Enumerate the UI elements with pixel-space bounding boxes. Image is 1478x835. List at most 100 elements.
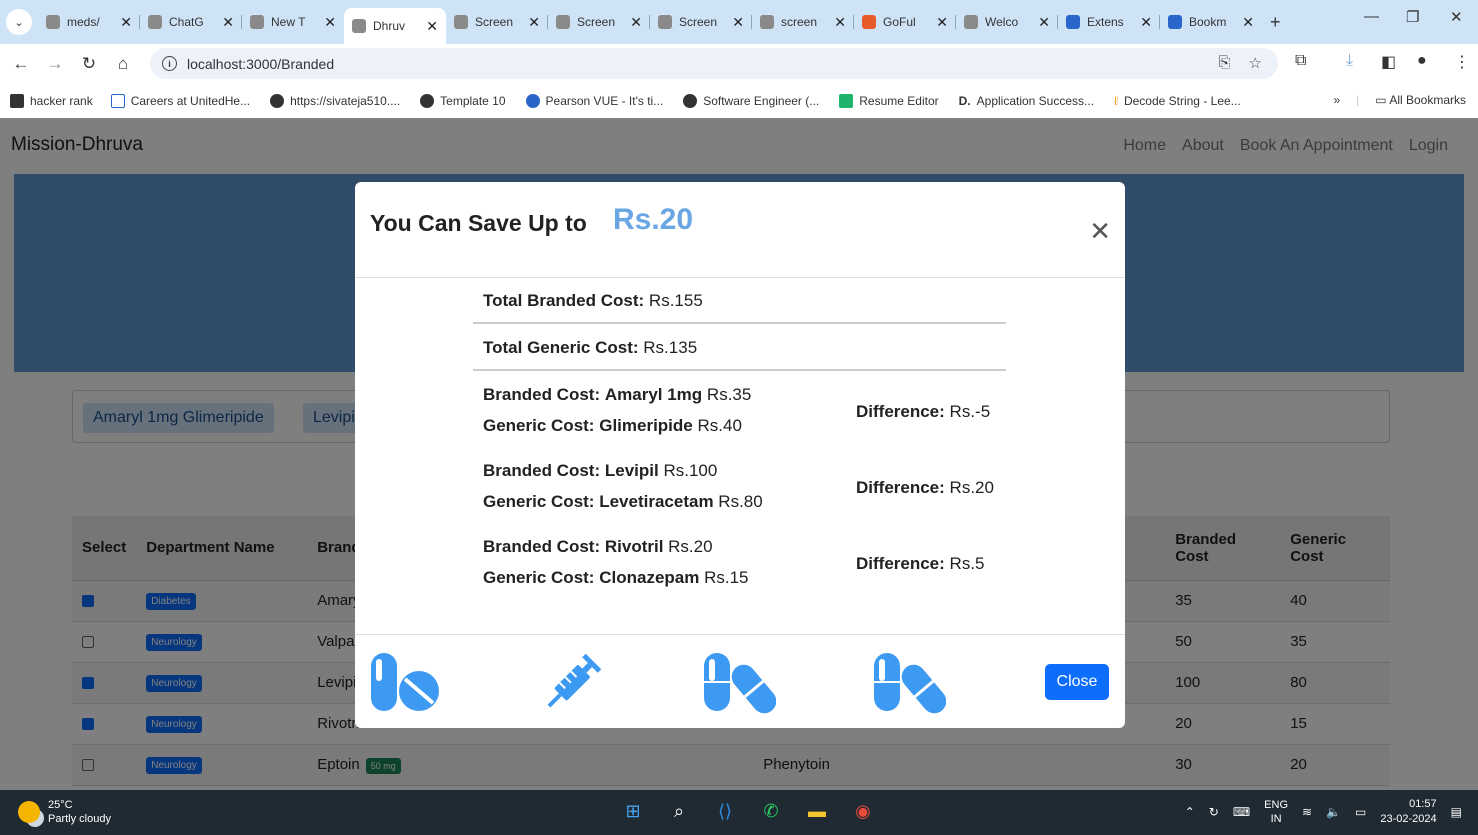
savings-modal: You Can Save Up to Rs.20 ✕ Total Branded…: [355, 182, 1125, 728]
browser-tab[interactable]: Screen ✕: [548, 6, 650, 38]
wifi-icon[interactable]: ≋: [1302, 805, 1312, 819]
difference: Difference: Rs.20: [856, 478, 994, 497]
browser-tab[interactable]: New T ✕: [242, 6, 344, 38]
bookmark-star-icon[interactable]: ☆: [1249, 54, 1262, 72]
browser-tab[interactable]: Screen ✕: [446, 6, 548, 38]
whatsapp-icon[interactable]: ✆: [758, 798, 784, 824]
install-app-icon[interactable]: ⎘: [1219, 54, 1231, 72]
folder-icon: ▭: [1375, 93, 1390, 107]
globe-icon: [352, 19, 366, 33]
close-button[interactable]: Close: [1045, 664, 1109, 700]
new-tab-button[interactable]: +: [1270, 12, 1290, 33]
home-icon[interactable]: ⌂: [106, 54, 140, 74]
volume-muted-icon[interactable]: 🔈: [1326, 805, 1341, 819]
search-icon[interactable]: ⌕: [666, 798, 692, 824]
language-indicator[interactable]: ENG IN: [1264, 798, 1288, 826]
browser-tab[interactable]: Welco ✕: [956, 6, 1058, 38]
more-bookmarks-icon[interactable]: »: [1333, 93, 1340, 107]
restore-icon[interactable]: ❐: [1406, 8, 1419, 26]
browser-tab[interactable]: ChatG ✕: [140, 6, 242, 38]
bookmark-item[interactable]: Careers at UnitedHe...: [110, 94, 250, 108]
os-taskbar: 25°C Partly cloudy ⊞ ⌕ ⟨⟩ ✆ ▬ ◉ ⌃ ↻ ⌨ EN…: [0, 790, 1478, 835]
vscode-icon[interactable]: ⟨⟩: [712, 798, 738, 824]
modal-header: You Can Save Up to Rs.20 ✕: [355, 182, 1125, 278]
all-bookmarks-button[interactable]: ▭ All Bookmarks: [1375, 93, 1466, 107]
reload-icon[interactable]: ↻: [72, 54, 106, 74]
temperature: 25°C: [48, 799, 73, 811]
chrome-icon[interactable]: ◉: [850, 798, 876, 824]
close-tab-icon[interactable]: ✕: [222, 14, 234, 31]
browser-tab[interactable]: screen ✕: [752, 6, 854, 38]
site-info-icon[interactable]: i: [162, 56, 177, 71]
date: 23-02-2024: [1380, 813, 1437, 825]
profile-icon[interactable]: ●: [1417, 52, 1427, 70]
leetcode-icon: ℓ: [1114, 94, 1118, 108]
file-explorer-icon[interactable]: ▬: [804, 798, 830, 824]
keyboard-icon[interactable]: ⌨: [1233, 805, 1250, 819]
close-tab-icon[interactable]: ✕: [324, 14, 336, 31]
close-tab-icon[interactable]: ✕: [426, 18, 438, 35]
globe-icon: [683, 94, 698, 108]
total-generic-cost: Total Generic Cost: Rs.135: [473, 325, 1006, 371]
side-panel-icon[interactable]: ◧: [1381, 52, 1396, 72]
battery-icon[interactable]: ▭: [1355, 805, 1366, 819]
menu-icon[interactable]: ⋮: [1454, 52, 1470, 72]
close-icon[interactable]: ✕: [1089, 218, 1111, 244]
total-branded-cost: Total Branded Cost: Rs.155: [473, 278, 1006, 324]
cost-comparison-item: Branded Cost: Amaryl 1mg Rs.35 Generic C…: [483, 379, 751, 441]
close-tab-icon[interactable]: ✕: [1242, 14, 1254, 31]
modal-body: Total Branded Cost: Rs.155 Total Generic…: [355, 278, 1125, 634]
browser-tab[interactable]: GoFul ✕: [854, 6, 956, 38]
weather-widget[interactable]: 25°C Partly cloudy: [18, 798, 111, 826]
url-bar[interactable]: i localhost:3000/Branded ⎘ ☆: [150, 48, 1278, 79]
download-icon[interactable]: ⤓: [1346, 52, 1353, 70]
tab-search-button[interactable]: ⌄: [6, 9, 32, 35]
close-tab-icon[interactable]: ✕: [1038, 14, 1050, 31]
close-tab-icon[interactable]: ✕: [630, 14, 642, 31]
browser-tab[interactable]: Bookm ✕: [1160, 6, 1262, 38]
hackerrank-icon: [10, 94, 24, 108]
chevron-up-icon[interactable]: ⌃: [1185, 805, 1195, 819]
unitedhealth-icon: [110, 94, 125, 108]
forward-icon[interactable]: →: [38, 54, 72, 74]
bookmark-item[interactable]: https://sivateja510....: [270, 94, 400, 108]
windows-start-icon[interactable]: ⊞: [620, 798, 646, 824]
clock[interactable]: 01:57 23-02-2024: [1380, 797, 1436, 827]
gofundme-icon: [862, 15, 876, 29]
camera-icon: [658, 15, 672, 29]
bookmark-item[interactable]: hacker rank: [10, 94, 93, 108]
branded-line: Branded Cost: Amaryl 1mg Rs.35: [483, 385, 752, 404]
puzzle-icon: [1066, 15, 1080, 29]
bookmark-item[interactable]: Template 10: [420, 94, 506, 108]
browser-tab-active[interactable]: Dhruv ✕: [344, 8, 446, 44]
browser-tab[interactable]: Extens ✕: [1058, 6, 1160, 38]
browser-tab[interactable]: meds/✕: [38, 6, 140, 38]
github-icon: [46, 15, 60, 29]
camera-icon: [454, 15, 468, 29]
bookmark-item[interactable]: Software Engineer (...: [683, 94, 819, 108]
bookmark-item[interactable]: ℓ Decode String - Lee...: [1114, 94, 1241, 108]
close-tab-icon[interactable]: ✕: [732, 14, 744, 31]
camera-icon: [964, 15, 978, 29]
close-tab-icon[interactable]: ✕: [1140, 14, 1152, 31]
close-tab-icon[interactable]: ✕: [528, 14, 540, 31]
partly-cloudy-icon: [18, 801, 40, 823]
bookmark-item[interactable]: D. Application Success...: [959, 94, 1094, 108]
language-code: ENG: [1264, 799, 1289, 811]
close-tab-icon[interactable]: ✕: [834, 14, 846, 31]
browser-tab[interactable]: Screen ✕: [650, 6, 752, 38]
close-tab-icon[interactable]: ✕: [936, 14, 948, 31]
minimize-icon[interactable]: —: [1364, 8, 1379, 25]
extensions-icon[interactable]: ⧉: [1295, 52, 1306, 70]
back-icon[interactable]: ←: [4, 54, 38, 74]
close-tab-icon[interactable]: ✕: [120, 14, 132, 31]
notifications-icon[interactable]: ▤: [1451, 805, 1462, 819]
bookmark-item[interactable]: Pearson VUE - It's ti...: [525, 94, 663, 108]
cost-comparison-item: Branded Cost: Levipil Rs.100 Generic Cos…: [483, 455, 763, 517]
difference: Difference: Rs.5: [856, 554, 985, 573]
pills-icon: [371, 653, 439, 711]
branded-line: Branded Cost: Levipil Rs.100: [483, 461, 718, 480]
refresh-tray-icon[interactable]: ↻: [1209, 805, 1219, 819]
close-window-icon[interactable]: ✕: [1450, 8, 1463, 26]
bookmark-item[interactable]: Resume Editor: [839, 94, 939, 108]
